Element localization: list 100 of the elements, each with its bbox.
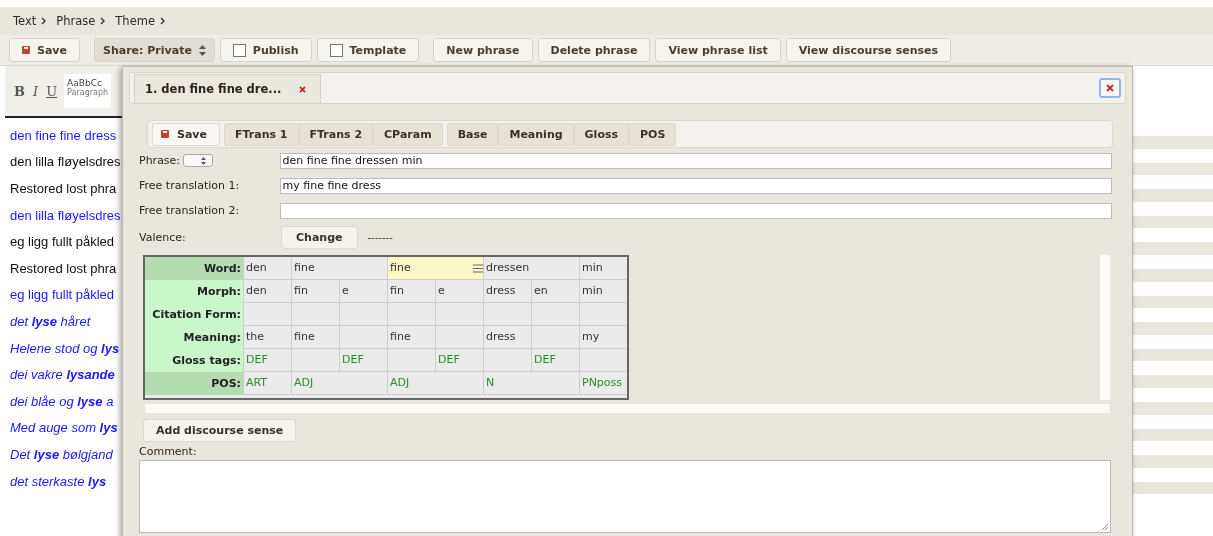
phrase-select[interactable] (183, 154, 214, 167)
citation-cell[interactable] (579, 303, 627, 326)
underline-button[interactable]: U (43, 83, 61, 99)
checkbox-button[interactable]: Template (316, 38, 420, 62)
checkbox-button[interactable]: Publish (219, 38, 312, 62)
style-preview[interactable]: AaBbCc Paragraph (64, 74, 112, 108)
gloss-cell[interactable] (483, 349, 531, 372)
phrase-tab[interactable]: 1. den fine fine dre... (134, 74, 322, 103)
meaning-cell[interactable] (435, 326, 483, 349)
list-entry[interactable]: eg ligg fullt påkled (10, 234, 115, 250)
morph-cell[interactable]: e (339, 280, 387, 303)
list-entry[interactable]: den lilla fløyelsdres (10, 154, 121, 170)
meaning-cell[interactable]: fine (387, 326, 435, 349)
list-entry[interactable]: den lilla fløyelsdres (10, 207, 121, 223)
breadcrumb-link[interactable]: Text (13, 14, 37, 28)
morph-cell[interactable]: en (531, 280, 579, 303)
meaning-cell[interactable]: fine (291, 326, 339, 349)
bold-button[interactable]: B (11, 83, 28, 99)
close-icon[interactable] (299, 85, 307, 93)
list-entry[interactable]: eg ligg fullt påkled (10, 287, 115, 303)
toolbar-button[interactable]: FTrans 2 (298, 122, 374, 146)
gloss-cell[interactable]: DEF (435, 349, 483, 372)
word-cell[interactable]: fine (387, 257, 483, 280)
word-cell[interactable]: min (579, 257, 627, 280)
scrollbar[interactable] (145, 404, 1110, 413)
save-button[interactable]: Save (152, 122, 220, 146)
citation-cell[interactable] (435, 303, 483, 326)
text-field[interactable]: den fine fine dressen min (279, 152, 1112, 169)
list-entry[interactable]: Restored lost phra (10, 181, 117, 196)
pos-cell[interactable]: ADJ (291, 372, 387, 395)
citation-cell[interactable] (243, 303, 291, 326)
morph-cell[interactable]: min (579, 280, 627, 303)
citation-cell[interactable] (483, 303, 531, 326)
list-entry[interactable]: Helene stod og lys (10, 340, 120, 356)
pos-cell[interactable]: ADJ (387, 372, 483, 395)
pos-cell[interactable]: N (483, 372, 579, 395)
toolbar-button[interactable]: CParam (373, 122, 443, 146)
toolbar-button[interactable]: POS (629, 122, 677, 146)
toolbar-button[interactable]: Delete phrase (537, 38, 651, 62)
toolbar-button[interactable]: New phrase (433, 38, 533, 62)
toolbar-button[interactable]: Meaning (498, 122, 574, 146)
list-entry[interactable]: det sterkaste lys (10, 473, 107, 489)
morph-cell[interactable]: dress (483, 280, 531, 303)
field-label: Valence: (139, 230, 186, 244)
row-label: Gloss tags: (145, 349, 243, 372)
scrollbar[interactable] (1100, 255, 1110, 400)
resize-grip-icon[interactable] (1101, 523, 1108, 530)
breadcrumb-link[interactable]: Phrase (56, 14, 96, 28)
meaning-cell[interactable] (531, 326, 579, 349)
morph-cell[interactable]: fin (291, 280, 339, 303)
text-field[interactable] (279, 202, 1112, 219)
meaning-cell[interactable] (339, 326, 387, 349)
pos-cell[interactable]: ART (243, 372, 291, 395)
list-entry[interactable]: det lyse håret (10, 313, 91, 329)
citation-cell[interactable] (387, 303, 435, 326)
gloss-cell[interactable]: DEF (243, 349, 291, 372)
change-button[interactable]: Change (281, 225, 358, 249)
toolbar-button[interactable]: Base (446, 122, 499, 146)
list-entry[interactable]: den fine fine dress (10, 127, 117, 143)
list-entry[interactable]: Det lyse bølgjand (10, 446, 113, 462)
comment-field[interactable] (139, 460, 1111, 533)
morph-cell[interactable]: e (435, 280, 483, 303)
list-entry[interactable]: Med auge som lys (10, 420, 118, 436)
save-button[interactable]: Save (9, 38, 80, 62)
word-cell[interactable]: den (243, 257, 291, 280)
menu-icon[interactable] (473, 263, 483, 273)
close-button[interactable] (1099, 78, 1121, 98)
field-label: Free translation 2: (139, 204, 240, 217)
meaning-cell[interactable]: the (243, 326, 291, 349)
list-entry[interactable]: dei blåe og lyse a (10, 393, 114, 409)
meaning-cell[interactable]: my (579, 326, 627, 349)
checkbox[interactable] (232, 43, 246, 57)
italic-button[interactable]: I (30, 83, 42, 99)
list-entry[interactable]: Restored lost phra (10, 260, 117, 276)
updown-icon (201, 156, 207, 165)
checkbox[interactable] (329, 43, 343, 57)
citation-cell[interactable] (531, 303, 579, 326)
list-entry[interactable]: dei vakre lysande (10, 367, 115, 383)
row-label: Morph: (145, 280, 243, 303)
add-discourse-sense-button[interactable]: Add discourse sense (143, 419, 297, 442)
gloss-cell[interactable] (387, 349, 435, 372)
citation-cell[interactable] (339, 303, 387, 326)
word-cell[interactable]: dressen (483, 257, 579, 280)
toolbar-button[interactable]: Gloss (573, 122, 630, 146)
gloss-cell[interactable]: DEF (531, 349, 579, 372)
citation-cell[interactable] (291, 303, 339, 326)
pos-cell[interactable]: PNposs (579, 372, 627, 395)
breadcrumb-link[interactable]: Theme (115, 14, 155, 28)
gloss-cell[interactable] (291, 349, 339, 372)
toolbar-button[interactable]: View phrase list (655, 38, 781, 62)
toolbar-button[interactable]: View discourse senses (785, 38, 952, 62)
gloss-cell[interactable]: DEF (339, 349, 387, 372)
meaning-cell[interactable]: dress (483, 326, 531, 349)
morph-cell[interactable]: den (243, 280, 291, 303)
toolbar-button[interactable]: FTrans 1 (224, 122, 299, 146)
share-select[interactable]: Share: Private (94, 38, 215, 62)
chevron-icon (160, 17, 165, 25)
text-field[interactable]: my fine fine dress (279, 177, 1112, 194)
morph-cell[interactable]: fin (387, 280, 435, 303)
gloss-cell[interactable] (579, 349, 627, 372)
